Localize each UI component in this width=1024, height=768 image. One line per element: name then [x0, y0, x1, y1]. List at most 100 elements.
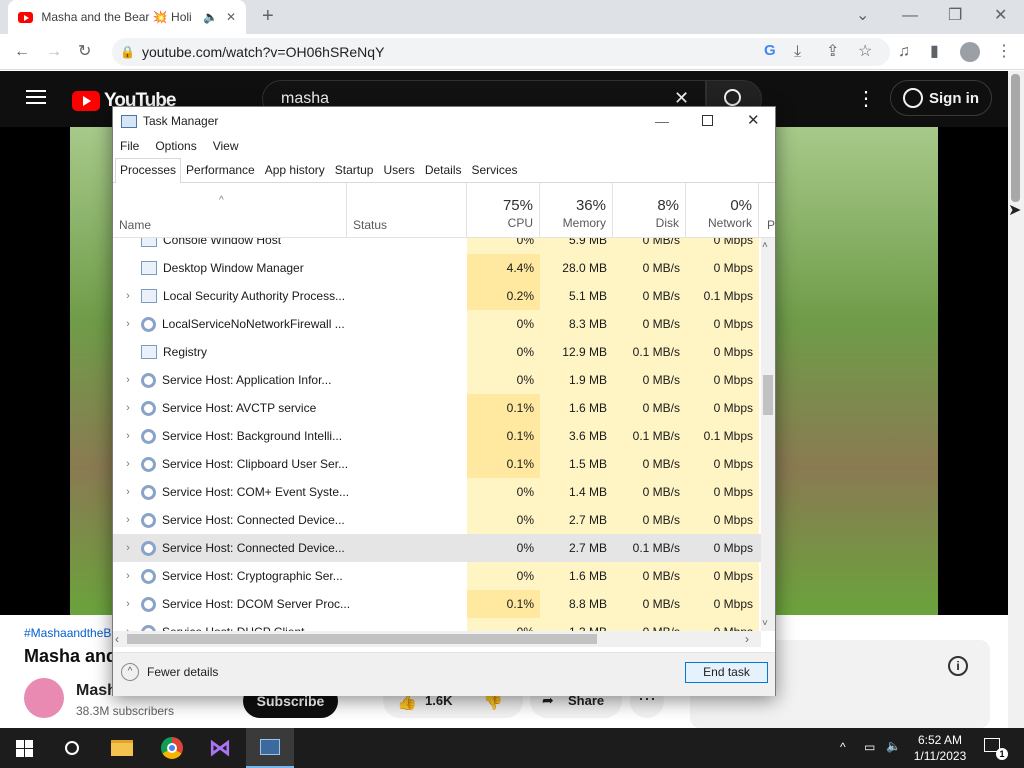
process-row[interactable]: › LocalServiceNoNetworkFirewall ... 0% 8.3 …	[113, 310, 761, 338]
process-row[interactable]: › Service Host: DCOM Server Proc... 0.1% 8.…	[113, 590, 761, 618]
google-lens-icon[interactable]: G	[764, 42, 776, 59]
process-row[interactable]: › Service Host: Connected Device... 0% 2.7 …	[113, 506, 761, 534]
process-row[interactable]: Desktop Window Manager 4.4% 28.0 MB 0 MB/s 0…	[113, 254, 761, 282]
address-bar[interactable]: 🔒 youtube.com/watch?v=OH06hSReNqY G ⤓ ⇪ …	[112, 38, 890, 66]
scroll-right-arrow-icon[interactable]: ›	[745, 631, 749, 647]
process-list-vertical-scrollbar[interactable]: ˄ ˅	[761, 238, 775, 631]
reload-icon[interactable]: ↻	[78, 44, 91, 60]
share-icon[interactable]: ⇪	[826, 44, 839, 60]
new-tab-button[interactable]: +	[262, 6, 274, 26]
task-manager-window[interactable]: Task Manager — ✕ File Options View Proce…	[112, 106, 776, 696]
expand-chevron-icon[interactable]: ›	[113, 570, 137, 582]
window-restore-button[interactable]: ❐	[948, 8, 962, 24]
back-arrow-icon[interactable]: ←	[14, 44, 30, 60]
tray-overflow-chevron-icon[interactable]: ^	[840, 740, 846, 754]
tab-details[interactable]: Details	[420, 158, 467, 182]
clock[interactable]: 6:52 AM 1/11/2023	[912, 732, 968, 764]
expand-chevron-icon[interactable]: ›	[113, 486, 137, 498]
menu-file[interactable]: File	[120, 139, 139, 153]
expand-chevron-icon[interactable]: ›	[113, 290, 137, 302]
tab-search-icon[interactable]: ⌄	[856, 8, 869, 24]
tab-app-history[interactable]: App history	[260, 158, 330, 182]
profile-avatar-icon[interactable]	[960, 42, 980, 62]
menu-view[interactable]: View	[213, 139, 239, 153]
tab-services[interactable]: Services	[467, 158, 523, 182]
process-mem-cell: 1.6 MB	[540, 394, 613, 422]
side-panel-icon[interactable]: ▮	[930, 44, 939, 60]
volume-icon[interactable]: 🔈	[886, 739, 901, 753]
expand-chevron-icon[interactable]: ›	[113, 430, 137, 442]
process-row[interactable]: › Service Host: Clipboard User Ser... 0.1%…	[113, 450, 761, 478]
install-icon[interactable]: ⤓	[794, 44, 801, 60]
settings-more-icon[interactable]: ⋮	[856, 86, 876, 111]
lock-icon[interactable]: 🔒	[120, 44, 135, 60]
task-manager-titlebar[interactable]: Task Manager	[113, 107, 775, 135]
info-icon[interactable]: i	[948, 656, 968, 676]
col-memory[interactable]: 36% Memory	[540, 183, 613, 238]
tm-close-button[interactable]: ✕	[747, 113, 760, 129]
media-control-icon[interactable]: ♫	[898, 44, 910, 60]
process-row[interactable]: › Service Host: Cryptographic Ser... 0% 1.6…	[113, 562, 761, 590]
col-power[interactable]: P	[759, 183, 775, 238]
process-row[interactable]: Registry 0% 12.9 MB 0.1 MB/s 0 Mbps	[113, 338, 761, 366]
process-row[interactable]: › Service Host: Application Infor... 0% 1.9…	[113, 366, 761, 394]
process-list-horizontal-thumb[interactable]	[127, 634, 597, 644]
process-row[interactable]: › Local Security Authority Process... 0.2%…	[113, 282, 761, 310]
audio-playing-icon[interactable]: 🔈	[203, 9, 218, 25]
expand-chevron-icon[interactable]: ›	[113, 598, 137, 610]
tab-close-icon[interactable]: ✕	[226, 9, 236, 25]
process-list-vertical-thumb[interactable]	[763, 375, 773, 415]
hashtag-link[interactable]: #MashaandtheB	[24, 626, 111, 640]
tab-startup[interactable]: Startup	[330, 158, 379, 182]
expand-chevron-icon[interactable]: ›	[113, 374, 137, 386]
tab-processes[interactable]: Processes	[115, 158, 182, 183]
file-explorer-icon[interactable]	[98, 728, 146, 768]
expand-chevron-icon[interactable]: ›	[113, 318, 137, 330]
browser-tab[interactable]: Masha and the Bear 💥 Holi 🔈 ✕	[8, 0, 246, 34]
process-name: Service Host: Background Intelli...	[162, 429, 343, 443]
bookmark-star-icon[interactable]: ☆	[858, 44, 872, 60]
url-text[interactable]: youtube.com/watch?v=OH06hSReNqY	[142, 44, 384, 60]
process-row[interactable]: Console Window Host 0% 5.9 MB 0 MB/s 0 Mbps	[113, 238, 761, 254]
visual-studio-icon[interactable]: ⋈	[196, 728, 244, 768]
expand-chevron-icon[interactable]: ›	[113, 458, 137, 470]
page-scrollbar-thumb[interactable]	[1011, 74, 1020, 202]
sign-in-button[interactable]: Sign in	[890, 80, 992, 116]
expand-chevron-icon[interactable]: ›	[113, 514, 137, 526]
col-disk[interactable]: 8% Disk	[613, 183, 686, 238]
window-minimize-button[interactable]: —	[902, 8, 918, 24]
task-manager-icon[interactable]	[246, 728, 294, 768]
scroll-down-arrow-icon[interactable]: ˅	[762, 616, 768, 632]
scroll-left-arrow-icon[interactable]: ‹	[115, 631, 119, 647]
forward-arrow-icon[interactable]: →	[46, 44, 62, 60]
process-cpu-cell: 0.1%	[467, 422, 540, 450]
tab-users[interactable]: Users	[378, 158, 419, 182]
menu-options[interactable]: Options	[155, 139, 196, 153]
process-row[interactable]: › Service Host: AVCTP service 0.1% 1.6 MB 0 …	[113, 394, 761, 422]
browser-menu-icon[interactable]: ⋮	[996, 44, 1012, 60]
process-row[interactable]: › Service Host: Background Intelli... 0.1%…	[113, 422, 761, 450]
tab-performance[interactable]: Performance	[181, 158, 260, 182]
process-row[interactable]: › Service Host: Connected Device... 0% 2.7 …	[113, 534, 761, 562]
chrome-icon[interactable]	[148, 728, 196, 768]
channel-name[interactable]: Mash	[76, 682, 117, 700]
tm-minimize-button[interactable]: —	[655, 113, 669, 129]
col-network[interactable]: 0% Network	[686, 183, 759, 238]
col-name[interactable]: ^ Name	[113, 183, 347, 238]
expand-chevron-icon[interactable]: ›	[113, 542, 137, 554]
tm-maximize-button[interactable]	[702, 115, 713, 126]
expand-chevron-icon[interactable]: ›	[113, 402, 137, 414]
scroll-up-arrow-icon[interactable]: ˄	[762, 238, 768, 254]
windows-start-icon[interactable]	[0, 728, 48, 768]
fewer-details-toggle[interactable]: ^ Fewer details	[121, 663, 218, 681]
col-status[interactable]: Status	[347, 183, 467, 238]
hamburger-menu-icon[interactable]	[26, 90, 46, 104]
col-cpu[interactable]: 75% CPU	[467, 183, 540, 238]
search-icon[interactable]	[48, 728, 96, 768]
window-close-button[interactable]: ✕	[994, 8, 1007, 24]
process-row[interactable]: ›Service Host: DHCP Client0%1.3 MB0 MB/s…	[113, 618, 761, 631]
end-task-button[interactable]: End task	[685, 662, 768, 683]
network-icon[interactable]: ▭	[864, 740, 875, 754]
process-row[interactable]: › Service Host: COM+ Event Syste... 0% 1.4 …	[113, 478, 761, 506]
channel-avatar[interactable]	[24, 678, 64, 718]
